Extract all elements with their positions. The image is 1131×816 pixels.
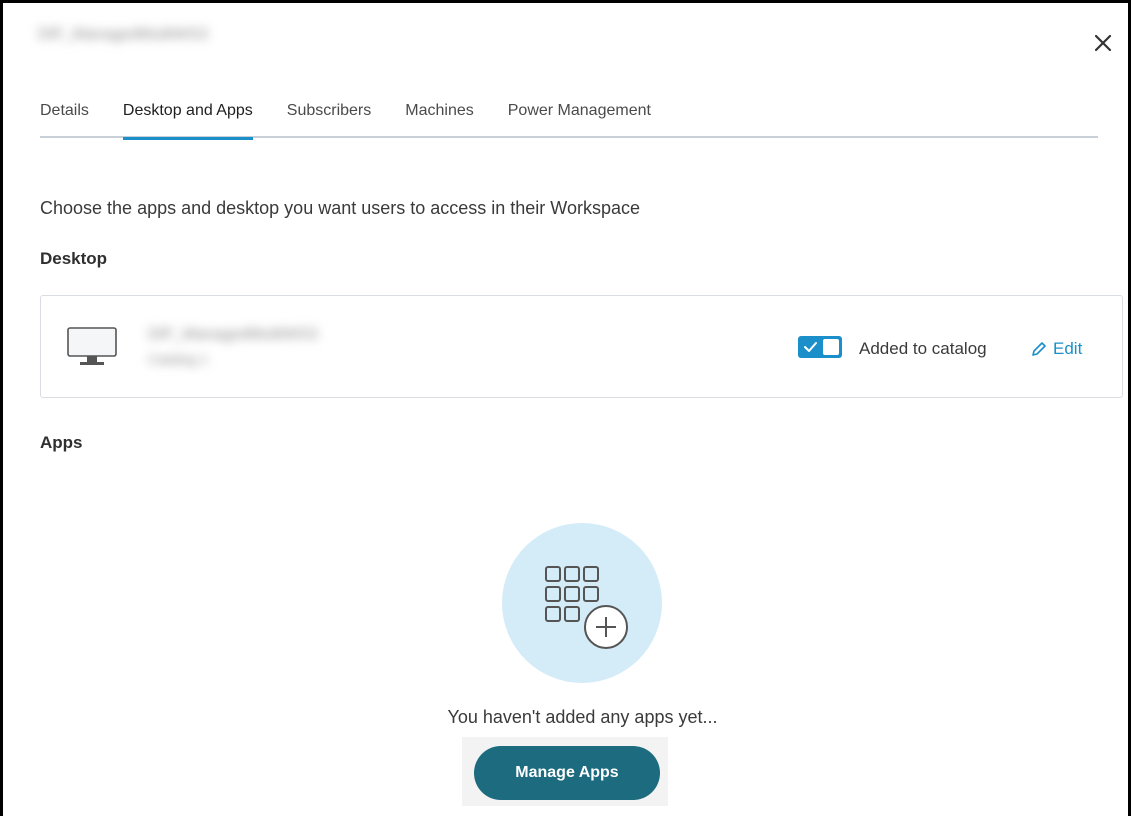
tab-details[interactable]: Details xyxy=(40,100,89,138)
pencil-icon xyxy=(1032,342,1046,356)
desktop-name: DIF_ManagedMultiWS3 xyxy=(148,326,408,344)
desktop-subtitle: Catalog 1 xyxy=(148,351,278,369)
apps-heading: Apps xyxy=(40,433,83,452)
empty-state-text: You haven't added any apps yet... xyxy=(447,707,718,727)
modal-title-text: DIF_ManagedMultiWS3 xyxy=(38,26,208,43)
desktop-card: DIF_ManagedMultiWS3 Catalog 1 Added to c… xyxy=(40,295,1123,398)
tab-bar: Details Desktop and Apps Subscribers Mac… xyxy=(40,100,1098,140)
catalog-label: Added to catalog xyxy=(859,339,987,358)
close-icon xyxy=(1094,34,1112,52)
catalog-toggle[interactable] xyxy=(798,336,842,358)
tab-subscribers[interactable]: Subscribers xyxy=(287,100,371,138)
monitor-icon xyxy=(67,327,117,365)
empty-state-illustration xyxy=(502,523,662,683)
desktop-name-text: DIF_ManagedMultiWS3 xyxy=(148,326,318,343)
close-button[interactable] xyxy=(1089,29,1117,57)
edit-label: Edit xyxy=(1053,339,1083,358)
edit-link[interactable]: Edit xyxy=(1031,339,1082,359)
apps-grid-add-icon xyxy=(545,566,628,649)
tab-machines[interactable]: Machines xyxy=(405,100,473,138)
manage-apps-button[interactable]: Manage Apps xyxy=(474,746,660,800)
tab-power-management[interactable]: Power Management xyxy=(508,100,651,138)
desktop-subtitle-text: Catalog 1 xyxy=(148,351,208,367)
tab-desktop-and-apps[interactable]: Desktop and Apps xyxy=(122,100,253,140)
desktop-heading: Desktop xyxy=(40,249,108,268)
intro-text: Choose the apps and desktop you want use… xyxy=(40,198,641,218)
modal-title: DIF_ManagedMultiWS3 xyxy=(38,26,338,56)
